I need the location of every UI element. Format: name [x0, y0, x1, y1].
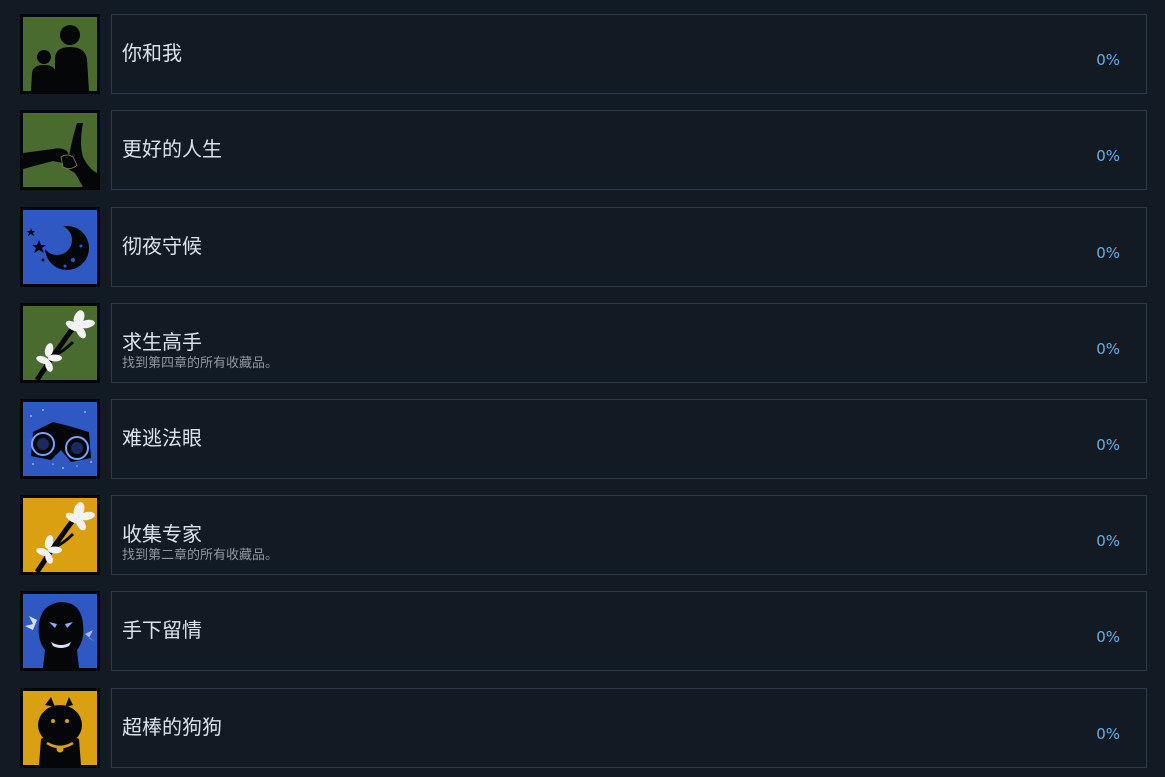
holding-hands-icon	[23, 113, 97, 187]
achievement-title: 你和我	[122, 41, 182, 65]
dog-icon	[23, 691, 97, 765]
achievement-description: 找到第四章的所有收藏品。	[122, 356, 279, 371]
achievement-row: 彻夜守候 0%	[0, 207, 1165, 289]
achievement-percent: 0%	[1096, 147, 1120, 165]
achievement-title: 手下留情	[122, 618, 202, 642]
achievement-row: 求生高手 找到第四章的所有收藏品。 0%	[0, 303, 1165, 385]
achievement-icon-frame	[20, 207, 100, 287]
achievement-title: 超棒的狗狗	[122, 715, 222, 739]
achievement-card[interactable]: 求生高手 找到第四章的所有收藏品。 0%	[111, 303, 1147, 383]
achievement-card[interactable]: 手下留情 0%	[111, 591, 1147, 671]
achievement-card[interactable]: 更好的人生 0%	[111, 110, 1147, 190]
achievement-card[interactable]: 收集专家 找到第二章的所有收藏品。 0%	[111, 495, 1147, 575]
achievement-title: 更好的人生	[122, 137, 222, 161]
achievement-description: 找到第二章的所有收藏品。	[122, 548, 279, 563]
achievement-row: 难逃法眼 0%	[0, 399, 1165, 481]
achievement-list: 你和我 0% 更好的人生 0% 彻夜守候 0% 求生高手 找到第四章的所有收藏品…	[0, 0, 1165, 777]
flower-branch-icon	[23, 498, 97, 572]
flower-branch-icon	[23, 306, 97, 380]
zombie-face-icon	[23, 594, 97, 668]
achievement-card[interactable]: 超棒的狗狗 0%	[111, 688, 1147, 768]
achievement-title: 彻夜守候	[122, 234, 202, 258]
achievement-icon-frame	[20, 303, 100, 383]
achievement-row: 收集专家 找到第二章的所有收藏品。 0%	[0, 495, 1165, 577]
achievement-row: 你和我 0%	[0, 14, 1165, 96]
achievement-title: 求生高手	[122, 330, 202, 354]
achievement-title: 收集专家	[122, 522, 202, 546]
achievement-icon-frame	[20, 495, 100, 575]
achievement-percent: 0%	[1096, 725, 1120, 743]
achievement-percent: 0%	[1096, 628, 1120, 646]
crescent-moon-icon	[23, 210, 97, 284]
silhouette-adult-child-icon	[23, 17, 97, 91]
achievement-icon-frame	[20, 591, 100, 671]
achievement-row: 超棒的狗狗 0%	[0, 688, 1165, 770]
binoculars-icon	[23, 402, 97, 476]
achievement-card[interactable]: 你和我 0%	[111, 14, 1147, 94]
achievement-percent: 0%	[1096, 244, 1120, 262]
achievement-card[interactable]: 难逃法眼 0%	[111, 399, 1147, 479]
achievement-title: 难逃法眼	[122, 426, 202, 450]
achievement-percent: 0%	[1096, 436, 1120, 454]
achievement-percent: 0%	[1096, 532, 1120, 550]
achievement-percent: 0%	[1096, 340, 1120, 358]
achievement-icon-frame	[20, 14, 100, 94]
achievement-icon-frame	[20, 399, 100, 479]
achievement-row: 更好的人生 0%	[0, 110, 1165, 192]
achievement-row: 手下留情 0%	[0, 591, 1165, 673]
achievement-percent: 0%	[1096, 51, 1120, 69]
achievement-card[interactable]: 彻夜守候 0%	[111, 207, 1147, 287]
achievement-icon-frame	[20, 110, 100, 190]
achievement-icon-frame	[20, 688, 100, 768]
